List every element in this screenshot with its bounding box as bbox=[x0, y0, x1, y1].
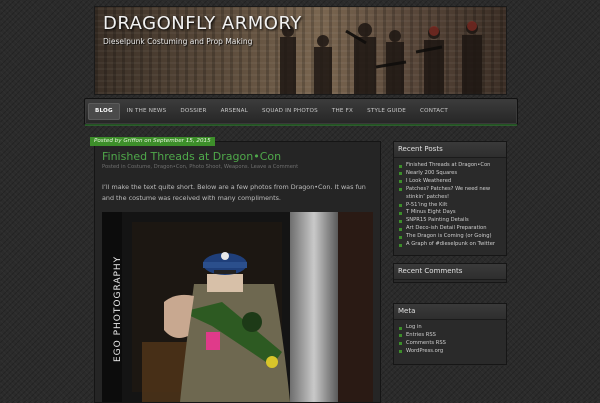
recent-post-link[interactable]: Art Deco-ish Detail Preparation bbox=[398, 225, 506, 233]
main-navigation: BLOG IN THE NEWS DOSSIER ARSENAL SQUAD IN PH… bbox=[84, 98, 518, 126]
post-categories[interactable]: Posted in Costume, Dragon•Con, Photo Sho… bbox=[102, 164, 298, 170]
nav-glow-line bbox=[85, 124, 517, 126]
post-body: I’ll make the text quite short. Below ar… bbox=[102, 183, 366, 202]
recent-post-link[interactable]: A Graph of #dieselpunk on Twitter bbox=[398, 241, 506, 249]
recent-post-link[interactable]: T Minus Eight Days bbox=[398, 209, 506, 217]
meta-link[interactable]: WordPress.org bbox=[398, 348, 506, 356]
meta-link[interactable]: Comments RSS bbox=[398, 340, 506, 348]
photo-watermark: EGO PHOTOGRAPHY bbox=[113, 256, 123, 362]
recent-comments-title: Recent Comments bbox=[394, 264, 506, 280]
nav-item-arsenal[interactable]: ARSENAL bbox=[214, 103, 255, 120]
post-title[interactable]: Finished Threads at Dragon•Con bbox=[102, 150, 281, 163]
recent-post-link[interactable]: P-51’ing the Kilt bbox=[398, 202, 506, 210]
post-photo-art: EGO PHOTOGRAPHY bbox=[102, 212, 373, 402]
meta-title: Meta bbox=[394, 304, 506, 320]
recent-post-link[interactable]: I Look Weathered bbox=[398, 178, 506, 186]
nav-list: BLOG IN THE NEWS DOSSIER ARSENAL SQUAD IN PH… bbox=[85, 99, 517, 124]
site-description: Dieselpunk Costuming and Prop Making bbox=[103, 37, 253, 46]
recent-posts-title: Recent Posts bbox=[394, 142, 506, 158]
meta-list: Log in Entries RSS Comments RSS WordPress.o… bbox=[394, 320, 506, 360]
meta-link[interactable]: Entries RSS bbox=[398, 332, 506, 340]
nav-item-the-fx[interactable]: THE FX bbox=[325, 103, 360, 120]
nav-item-in-the-news[interactable]: IN THE NEWS bbox=[120, 103, 174, 120]
recent-posts-list: Finished Threads at Dragon•Con Nearly 200… bbox=[394, 158, 506, 253]
recent-post-link[interactable]: SNPR15 Painting Details bbox=[398, 217, 506, 225]
post-photo[interactable]: EGO PHOTOGRAPHY bbox=[102, 212, 373, 402]
header-banner: DRAGONFLY ARMORY Dieselpunk Costuming an… bbox=[94, 6, 507, 95]
nav-item-dossier[interactable]: DOSSIER bbox=[173, 103, 213, 120]
recent-comments-widget: Recent Comments bbox=[393, 263, 507, 283]
nav-item-style-guide[interactable]: STYLE GUIDE bbox=[360, 103, 413, 120]
nav-item-contact[interactable]: CONTACT bbox=[413, 103, 455, 120]
banner-photo-figures bbox=[280, 21, 482, 94]
recent-post-link[interactable]: Patches? Patches? We need new stinkin’ p… bbox=[398, 186, 506, 202]
nav-item-blog[interactable]: BLOG bbox=[88, 103, 120, 120]
site-title[interactable]: DRAGONFLY ARMORY bbox=[103, 13, 302, 34]
post-meta-tag: Posted by Griffon on September 15, 2015 bbox=[90, 137, 215, 146]
nav-item-squad-in-photos[interactable]: SQUAD IN PHOTOS bbox=[255, 103, 325, 120]
recent-posts-widget: Recent Posts Finished Threads at Dragon•… bbox=[393, 141, 507, 256]
meta-widget: Meta Log in Entries RSS Comments RSS WordPr… bbox=[393, 303, 507, 365]
recent-post-link[interactable]: The Dragon is Coming (or Going) bbox=[398, 233, 506, 241]
recent-post-link[interactable]: Finished Threads at Dragon•Con bbox=[398, 162, 506, 170]
recent-post-link[interactable]: Nearly 200 Squares bbox=[398, 170, 506, 178]
meta-link[interactable]: Log in bbox=[398, 324, 506, 332]
